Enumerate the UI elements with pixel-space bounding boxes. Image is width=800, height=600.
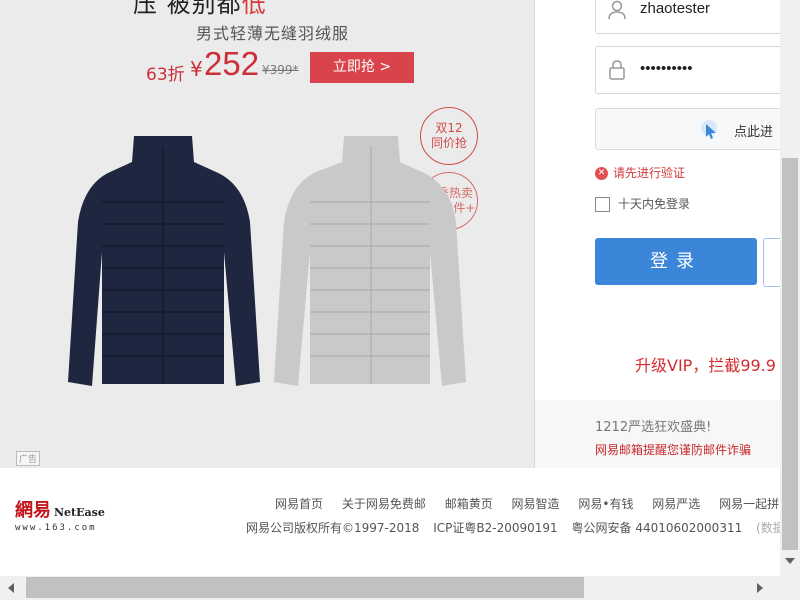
icp-link[interactable]: ICP证粤B2-20090191 <box>433 521 557 535</box>
captcha-verify-button[interactable]: 点此进 <box>595 108 781 150</box>
footer-link-zhizao[interactable]: 网易智造 <box>512 497 560 511</box>
error-icon: ✕ <box>595 167 608 180</box>
original-price: ¥399* <box>262 63 299 77</box>
footer-links: 网易首页 关于网易免费邮 邮箱黄页 网易智造 网易•有钱 网易严选 网易一起拼 <box>275 495 794 512</box>
remember-me[interactable]: 十天内免登录 <box>595 195 690 212</box>
footer-link-youqian[interactable]: 网易•有钱 <box>578 497 633 511</box>
captcha-cursor-icon <box>701 120 717 139</box>
footer-link-home[interactable]: 网易首页 <box>275 497 323 511</box>
horizontal-scrollbar[interactable] <box>0 576 780 600</box>
promo-box: 1212严选狂欢盛典! 网易邮箱提醒您谨防邮件诈骗 <box>535 400 781 472</box>
footer-link-yellowpages[interactable]: 邮箱黄页 <box>445 497 493 511</box>
username-value: zhaotester <box>640 0 711 17</box>
error-message: ✕ 请先进行验证 <box>595 164 685 181</box>
banner-headline: 压 被别都低 <box>133 0 267 18</box>
logo-cn: 網易 <box>15 500 51 521</box>
grey-jacket-image <box>274 136 466 386</box>
copyright-text: 网易公司版权所有©1997-2018 <box>246 521 420 535</box>
sale-price: 252 <box>204 45 260 82</box>
scrollbar-corner <box>780 576 800 600</box>
remember-checkbox[interactable] <box>595 197 610 212</box>
login-panel: zhaotester •••••••••• 点此进 ✕ 请先进行验证 十天内免登录… <box>534 0 781 473</box>
vertical-scrollbar[interactable] <box>780 0 800 576</box>
page-footer: 網易 NetEase www.163.com 网易首页 关于网易免费邮 邮箱黄页 … <box>0 468 800 576</box>
promo-link[interactable]: 1212严选狂欢盛典! <box>595 416 711 435</box>
footer-link-yanxuan[interactable]: 网易严选 <box>652 497 700 511</box>
navy-jacket-image <box>68 136 260 386</box>
password-field[interactable]: •••••••••• <box>595 46 781 94</box>
discount-label: 63折 <box>146 65 185 85</box>
copyright-line: 网易公司版权所有©1997-2018 ICP证粤B2-20090191 粤公网安… <box>246 519 800 536</box>
logo-en: NetEase <box>54 506 105 519</box>
netease-logo[interactable]: 網易 NetEase www.163.com <box>15 496 105 533</box>
lock-icon <box>609 60 625 80</box>
remember-label: 十天内免登录 <box>618 197 691 211</box>
vertical-scroll-thumb[interactable] <box>782 158 798 550</box>
login-button[interactable]: 登录 <box>595 238 757 285</box>
police-record-link[interactable]: 粤公网安备 44010602000311 <box>572 521 743 535</box>
banner-subtitle: 男式轻薄无缝羽绒服 <box>196 24 350 43</box>
error-text: 请先进行验证 <box>613 166 686 180</box>
user-icon <box>608 0 626 20</box>
password-value: •••••••••• <box>640 60 693 77</box>
scroll-down-arrow-icon[interactable] <box>785 558 795 564</box>
price-symbol: ¥ <box>190 57 203 81</box>
buy-now-button[interactable]: 立即抢 > <box>310 52 414 83</box>
horizontal-scroll-thumb[interactable] <box>26 577 584 598</box>
vip-upsell-link[interactable]: 升级VIP，拦截99.9 <box>635 352 776 376</box>
ad-tag: 广告 <box>16 451 41 466</box>
scroll-right-arrow-icon[interactable] <box>757 583 763 593</box>
register-button[interactable] <box>763 238 781 287</box>
footer-link-about[interactable]: 关于网易免费邮 <box>342 497 426 511</box>
security-notice-link[interactable]: 网易邮箱提醒您谨防邮件诈骗 <box>595 441 751 458</box>
scroll-left-arrow-icon[interactable] <box>8 583 14 593</box>
footer-link-yiqipin[interactable]: 网易一起拼 <box>719 497 779 511</box>
captcha-label: 点此进 <box>734 125 774 140</box>
logo-url: www.163.com <box>15 523 97 533</box>
username-field[interactable]: zhaotester <box>595 0 781 34</box>
